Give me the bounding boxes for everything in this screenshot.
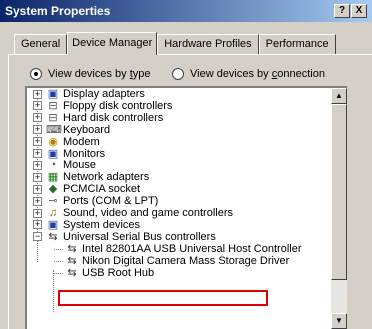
expand-icon[interactable]: + [33, 220, 42, 230]
tree-item-label: Display adapters [63, 88, 145, 100]
expand-icon[interactable]: + [33, 137, 42, 147]
tree-category-item[interactable]: + ◔ Mouse [33, 159, 96, 171]
expand-icon[interactable]: + [33, 160, 42, 170]
tree-item-label: Hard disk controllers [63, 111, 164, 124]
tree-item-label: Universal Serial Bus controllers [63, 230, 216, 243]
tree-category-item[interactable]: + ▣ Monitors [33, 148, 105, 160]
modem-icon: ◉ [48, 135, 58, 148]
tree-item-label: PCMCIA socket [63, 183, 141, 196]
tree-category-item[interactable]: + ▣ System devices [33, 219, 140, 231]
view-by-connection-label: View devices by connection [190, 68, 325, 80]
tree-category-item[interactable]: + ◆ PCMCIA socket [33, 183, 140, 195]
expand-icon[interactable]: + [33, 149, 42, 158]
tree-item-label: Mouse [63, 159, 97, 172]
system-devices-icon: ▣ [47, 218, 59, 231]
sound-icon: ♫ [48, 207, 58, 219]
scroll-down-button[interactable]: ▼ [331, 313, 347, 329]
tree-item-label: Intel 82801AA USB Universal Host Control… [82, 242, 302, 255]
view-by-type-option[interactable]: View devices by type [30, 68, 151, 80]
system-properties-window: System Properties ? X General Device Man… [0, 0, 372, 329]
tree-item-label: Sound, video and game controllers [63, 207, 233, 219]
tree-category-item[interactable]: + ♫ Sound, video and game controllers [33, 207, 233, 219]
close-button[interactable]: X [351, 4, 367, 18]
monitor-icon: ▣ [47, 147, 59, 160]
expand-icon[interactable]: + [33, 101, 42, 111]
tab-hardware-profiles[interactable]: Hardware Profiles [157, 34, 259, 54]
usb-controllers-icon: ⇆ [48, 230, 58, 243]
view-by-connection-radio[interactable] [172, 68, 184, 80]
usb-device-icon: ⇆ [67, 266, 77, 279]
tree-device-item[interactable]: ⇆ Nikon Digital Camera Mass Storage Drive… [65, 255, 289, 267]
tree-item-label: System devices [63, 218, 141, 231]
tree-scrollbar[interactable]: ▲ ▼ [331, 88, 347, 329]
tab-strip: General Device Manager Hardware Profiles… [14, 32, 336, 55]
mouse-icon: ◔ [49, 159, 57, 172]
tree-category-item[interactable]: − ⇆ Universal Serial Bus controllers [33, 231, 216, 243]
tab-device-manager[interactable]: Device Manager [67, 32, 158, 55]
ports-icon: ⊸ [48, 195, 58, 208]
tree-item-label: Monitors [63, 147, 106, 160]
tree-item-label: Network adapters [63, 171, 150, 184]
expand-icon[interactable]: + [33, 125, 42, 135]
expand-icon[interactable]: + [33, 172, 42, 182]
view-by-type-radio[interactable] [30, 68, 42, 80]
tree-category-item[interactable]: + ⊟ Floppy disk controllers [33, 100, 172, 112]
network-adapter-icon: ▦ [47, 171, 59, 184]
tree-item-label: Keyboard [63, 123, 111, 136]
scroll-thumb[interactable] [331, 104, 347, 280]
view-by-type-label: View devices by type [48, 68, 151, 80]
tree-category-item[interactable]: + ▦ Network adapters [33, 171, 149, 183]
usb-device-icon: ⇆ [67, 254, 77, 267]
tree-item-label: USB Root Hub [82, 266, 155, 279]
display-adapter-icon: ▣ [47, 88, 59, 100]
title-bar[interactable]: System Properties ? X [0, 0, 372, 22]
tree-item-label: Modem [63, 135, 100, 148]
expand-icon[interactable]: + [33, 89, 42, 99]
pcmcia-icon: ◆ [48, 183, 58, 196]
tree-item-label: Ports (COM & LPT) [63, 195, 159, 208]
expand-icon[interactable]: + [33, 184, 42, 194]
tree-category-item[interactable]: + ⌨ Keyboard [33, 124, 110, 136]
usb-device-icon: ⇆ [67, 242, 77, 255]
scroll-up-button[interactable]: ▲ [331, 88, 347, 104]
window-title: System Properties [5, 4, 111, 18]
tree-item-label: Floppy disk controllers [63, 99, 173, 112]
tree-category-item[interactable]: + ◉ Modem [33, 136, 100, 148]
hard-disk-controller-icon: ⊟ [48, 111, 58, 124]
tab-performance[interactable]: Performance [258, 34, 336, 54]
tree-item-label: Nikon Digital Camera Mass Storage Driver [82, 254, 290, 267]
highlight-annotation [58, 290, 268, 306]
floppy-controller-icon: ⊟ [48, 99, 58, 112]
expand-icon[interactable]: + [33, 208, 42, 218]
tree-device-item[interactable]: ⇆ USB Root Hub [65, 267, 154, 279]
tree-device-item[interactable]: ⇆ Intel 82801AA USB Universal Host Contro… [65, 242, 302, 255]
collapse-icon[interactable]: − [33, 232, 42, 242]
keyboard-icon: ⌨ [46, 123, 62, 136]
tree-category-item[interactable]: + ▣ Display adapters [33, 88, 145, 100]
help-button[interactable]: ? [334, 4, 350, 18]
view-by-connection-option[interactable]: View devices by connection [172, 68, 325, 80]
expand-icon[interactable]: + [33, 196, 42, 206]
expand-icon[interactable]: + [33, 113, 42, 123]
tree-category-item[interactable]: + ⊟ Hard disk controllers [33, 112, 163, 124]
tree-category-item[interactable]: + ⊸ Ports (COM & LPT) [33, 195, 158, 207]
tab-general[interactable]: General [14, 34, 68, 54]
